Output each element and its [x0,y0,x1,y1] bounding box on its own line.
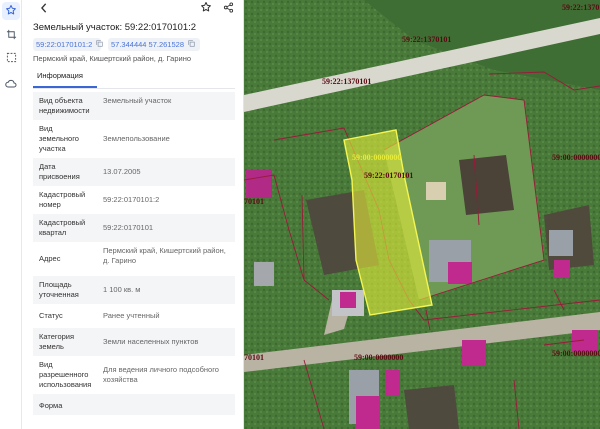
select-area-button[interactable] [2,49,20,67]
table-row: Форма [33,394,235,415]
row-value: Для ведения личного подсобного хозяйства [103,365,219,384]
map-label: 59:00:0000000 [552,349,600,358]
table-row: Статус Ранее учтенный [33,304,235,328]
building-roof [340,292,356,308]
cloud-button[interactable] [2,75,20,93]
building-roof [462,340,486,366]
tab-information[interactable]: Информация [33,70,97,84]
row-value: 59:22:0170101:2 [103,195,160,204]
row-key: Вид земельного участка [39,124,79,153]
info-panel: Земельный участок: 59:22:0170101:2 59:22… [22,0,244,429]
table-row: Кадастровый квартал 59:22:0170101 [33,214,235,242]
share-button[interactable] [220,0,236,16]
map-label: 70101 [244,197,264,206]
parcel-title: Земельный участок: 59:22:0170101:2 [33,22,197,33]
cadastral-number-text: 59:22:0170101:2 [36,40,93,49]
table-row: Вид разрешенного использования Для ведени… [33,356,235,394]
row-key: Кадастровый номер [39,190,86,209]
row-key: Статус [39,311,63,320]
table-row: Адрес Пермский край, Кишертский район, д.… [33,242,235,276]
row-value: Пермский край, Кишертский район, д. Гари… [103,246,226,265]
coordinates-chip[interactable]: 57.344444 57.261528 [108,38,200,51]
table-row: Вид объекта недвижимости Земельный участо… [33,92,235,120]
map-label: 59:00:0000000 [354,353,403,362]
building-roof [448,262,472,284]
cadastral-number-chip[interactable]: 59:22:0170101:2 [33,38,103,51]
share-icon [223,1,234,15]
row-key: Форма [39,401,63,410]
row-value: Землепользование [103,134,170,143]
map-label: 59:00:0000000 [352,153,401,162]
map-label: 59:22:1370 [562,3,599,12]
select-area-icon [6,52,17,65]
table-row: Дата присвоения 13.07.2005 [33,158,235,186]
tab-divider [33,88,235,89]
row-value: Земельный участок [103,96,172,105]
panel-header [22,0,243,18]
row-key: Адрес [39,254,61,263]
row-key: Вид объекта недвижимости [39,96,90,115]
table-row: Площадь уточненная 1 100 кв. м [33,276,235,304]
building-roof [549,230,573,256]
table-row: Кадастровый номер 59:22:0170101:2 [33,186,235,214]
attribute-table: Вид объекта недвижимости Земельный участо… [33,92,235,415]
row-value: 59:22:0170101 [103,223,154,232]
row-key: Категория земель [39,332,75,351]
copy-icon[interactable] [96,40,103,49]
cloud-icon [5,78,17,91]
row-key: Дата присвоения [39,162,80,181]
building-roof [246,170,272,198]
map-label: 70101 [244,353,264,362]
row-value: 13.07.2005 [103,167,141,176]
row-key: Вид разрешенного использования [39,360,92,389]
building-roof [356,396,380,429]
star-outline-icon [200,1,212,15]
map-canvas[interactable]: 59:22:1370 59:22:1370101 59:22:1370101 5… [244,0,600,429]
map-label: 59:22:1370101 [322,77,371,86]
building-roof [554,260,570,278]
bookmark-button[interactable] [198,0,214,16]
row-value: Земли населенных пунктов [103,337,199,346]
table-row: Категория земель Земли населенных пунктов [33,328,235,356]
left-toolbar [0,0,22,429]
dirt-plot [459,155,514,215]
crop-button[interactable] [2,26,20,44]
map-label: 59:00:0000000 [552,153,600,162]
row-key: Кадастровый квартал [39,218,86,237]
satellite-map[interactable]: 59:22:1370 59:22:1370101 59:22:1370101 5… [244,0,600,429]
building-roof [386,370,400,396]
building-roof [426,182,446,200]
coordinates-text: 57.344444 57.261528 [111,40,184,49]
star-icon [5,4,17,18]
table-row: Вид земельного участка Землепользование [33,120,235,158]
address-subtitle: Пермский край, Кишертский район, д. Гари… [33,54,192,63]
row-value [93,394,235,415]
row-key: Площадь уточненная [39,280,79,299]
copy-icon[interactable] [188,40,195,49]
dirt-plot [404,385,459,429]
favorites-button[interactable] [2,2,20,20]
chevron-left-icon [40,3,48,15]
row-value: 1 100 кв. м [103,285,141,294]
back-button[interactable] [36,1,52,17]
building-roof [254,262,274,286]
row-value: Ранее учтенный [103,311,160,320]
map-label: 59:22:0170101 [364,171,413,180]
map-label: 59:22:1370101 [402,35,451,44]
crop-icon [6,29,17,42]
